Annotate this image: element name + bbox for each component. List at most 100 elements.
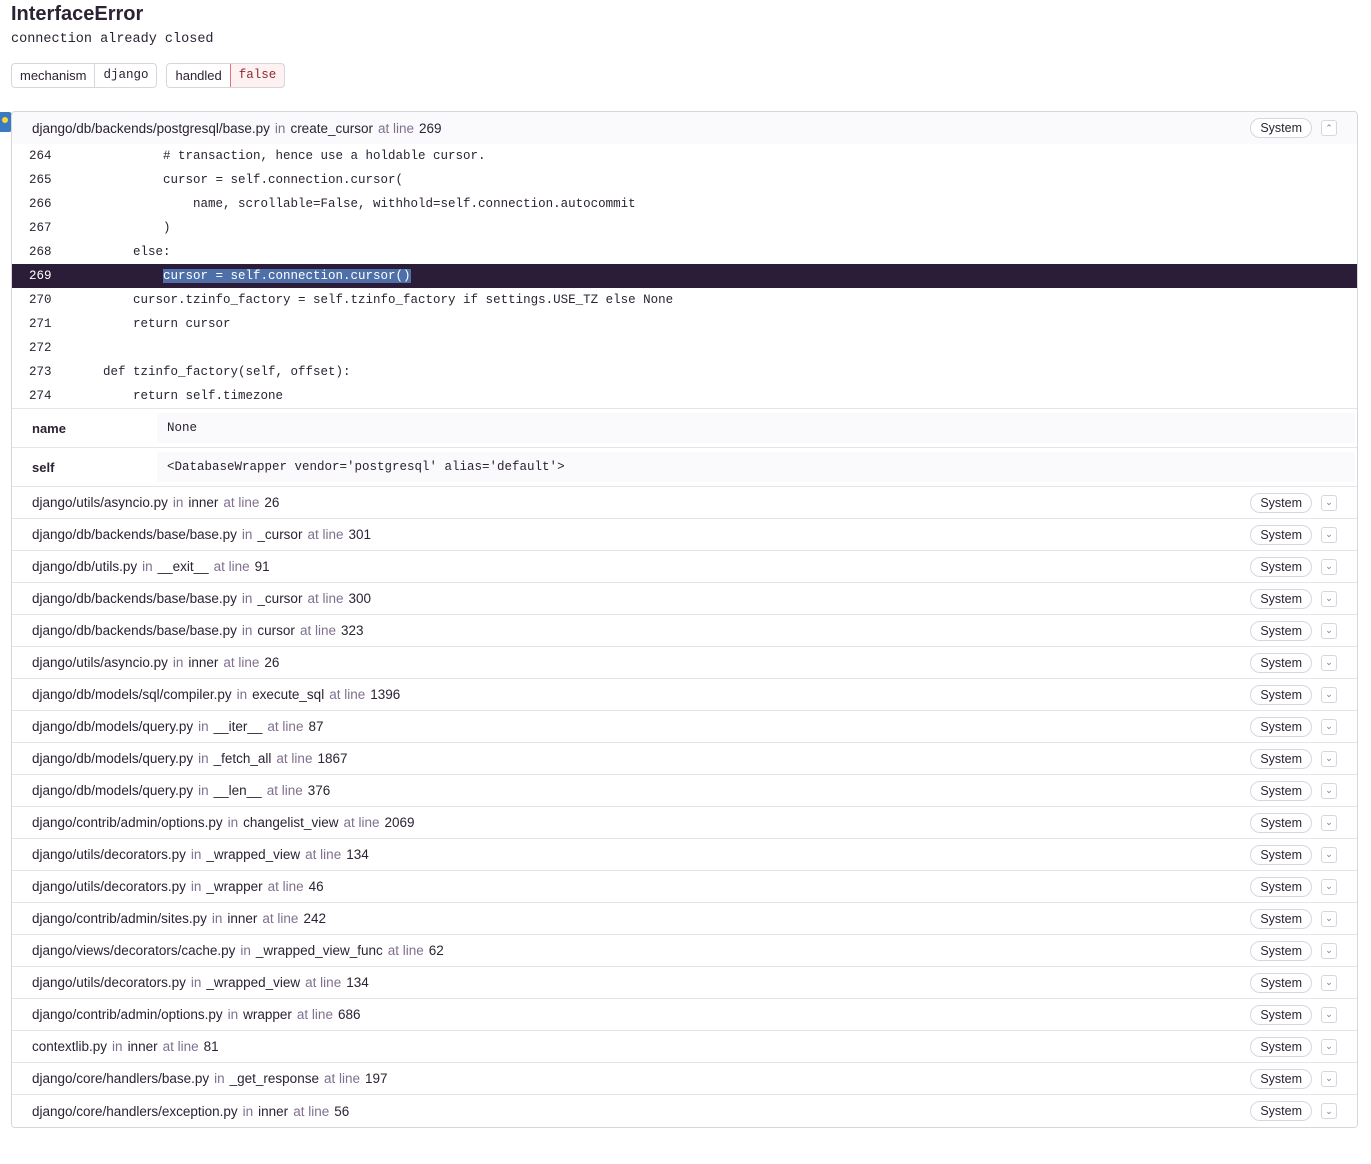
frame-at-line-label: at line [296, 1007, 333, 1022]
error-type: InterfaceError [11, 3, 144, 25]
frame-file: django/core/handlers/exception.py [32, 1103, 238, 1119]
frame-header[interactable]: django/contrib/admin/sites.py in inner at l… [12, 903, 1357, 935]
frame-function: _wrapped_view [206, 975, 301, 990]
frame-line-number: 91 [254, 559, 270, 574]
system-badge[interactable]: System [1250, 876, 1312, 897]
frame-in-label: in [236, 687, 248, 702]
tag-handled[interactable]: handled false [166, 63, 286, 88]
frame-header-expanded[interactable]: django/db/backends/postgresql/base.py in… [12, 112, 1357, 144]
frame-header[interactable]: django/utils/decorators.py in _wrapped_vie… [12, 839, 1357, 871]
chevron-down-icon[interactable]: ⌄ [1321, 1038, 1337, 1055]
chevron-down-icon[interactable]: ⌄ [1321, 846, 1337, 863]
chevron-down-icon[interactable]: ⌄ [1321, 526, 1337, 543]
frame-function: __len__ [213, 783, 262, 798]
chevron-down-icon[interactable]: ⌄ [1321, 494, 1337, 511]
chevron-down-icon[interactable]: ⌄ [1321, 750, 1337, 767]
chevron-down-icon[interactable]: ⌄ [1321, 878, 1337, 895]
frame-in-label: in [142, 559, 153, 574]
frame-file: django/contrib/admin/options.py [32, 815, 223, 830]
system-badge[interactable]: System [1250, 1068, 1312, 1089]
system-badge[interactable]: System [1250, 972, 1312, 993]
variable-value[interactable]: <DatabaseWrapper vendor='postgresql' ali… [157, 452, 1355, 482]
variable-value[interactable]: None [157, 413, 1355, 443]
line-number: 265 [29, 173, 52, 187]
frame-line-number: 686 [337, 1007, 361, 1022]
system-badge[interactable]: System [1250, 118, 1312, 138]
frame-header[interactable]: django/core/handlers/base.py in _get_respo… [12, 1063, 1357, 1095]
frame-function: _get_response [229, 1071, 319, 1086]
frame-header[interactable]: django/utils/decorators.py in _wrapped_vie… [12, 967, 1357, 999]
system-badge[interactable]: System [1250, 940, 1312, 961]
chevron-down-icon[interactable]: ⌄ [1321, 718, 1337, 735]
chevron-down-icon[interactable]: ⌄ [1321, 1006, 1337, 1023]
chevron-down-icon[interactable]: ⌄ [1321, 782, 1337, 799]
frame-header[interactable]: django/utils/decorators.py in _wrapper at l… [12, 871, 1357, 903]
system-badge[interactable]: System [1250, 620, 1312, 641]
chevron-down-icon[interactable]: ⌄ [1321, 1103, 1337, 1119]
system-badge[interactable]: System [1250, 652, 1312, 673]
chevron-down-icon[interactable]: ⌄ [1321, 686, 1337, 703]
frame-header[interactable]: django/utils/asyncio.py in inner at line 26 S… [12, 647, 1357, 679]
tag-value: django [94, 64, 156, 87]
frame-file: django/utils/asyncio.py [32, 655, 168, 670]
frame-at-line-label: at line [305, 975, 342, 990]
frame-in-label: in [214, 1071, 225, 1086]
source-code: cursor = self.connection.cursor( [103, 173, 404, 187]
code-context: 264 # transaction, hence use a holdable … [12, 144, 1357, 408]
chevron-up-icon[interactable]: ⌃ [1321, 120, 1337, 136]
system-badge[interactable]: System [1250, 556, 1312, 577]
frame-header[interactable]: django/db/backends/base/base.py in _cursor… [12, 583, 1357, 615]
system-badge[interactable]: System [1250, 1036, 1312, 1057]
chevron-down-icon[interactable]: ⌄ [1321, 558, 1337, 575]
system-badge[interactable]: System [1250, 780, 1312, 801]
chevron-down-icon[interactable]: ⌄ [1321, 814, 1337, 831]
system-badge[interactable]: System [1250, 908, 1312, 929]
frame-at-line-label: at line [343, 815, 380, 830]
source-code: cursor.tzinfo_factory = self.tzinfo_fact… [103, 293, 674, 307]
system-badge[interactable]: System [1250, 748, 1312, 769]
frame-variables: name None self <DatabaseWrapper vendor='pos… [12, 408, 1357, 487]
code-line: 264 # transaction, hence use a holdable … [12, 144, 1357, 168]
chevron-down-icon[interactable]: ⌄ [1321, 622, 1337, 639]
tag-mechanism[interactable]: mechanism django [11, 63, 158, 88]
system-badge[interactable]: System [1250, 1101, 1312, 1121]
frame-header[interactable]: django/db/backends/base/base.py in _cursor… [12, 519, 1357, 551]
system-badge[interactable]: System [1250, 588, 1312, 609]
frame-function: _wrapped_view_func [255, 943, 383, 958]
frame-file: contextlib.py [32, 1039, 108, 1054]
frame-line-number: 81 [203, 1039, 219, 1054]
frame-header[interactable]: django/utils/asyncio.py in inner at line 26 S… [12, 487, 1357, 519]
frame-at-line-label: at line [307, 591, 344, 606]
system-badge[interactable]: System [1250, 844, 1312, 865]
code-line-active: 269 cursor = self.connection.cursor() [12, 264, 1357, 288]
frame-header[interactable]: django/contrib/admin/options.py in changel… [12, 807, 1357, 839]
frame-header[interactable]: django/contrib/admin/options.py in wrapper… [12, 999, 1357, 1031]
frame-header[interactable]: django/db/models/query.py in _fetch_all at … [12, 743, 1357, 775]
frame-header[interactable]: django/db/backends/base/base.py in cursor a… [12, 615, 1357, 647]
system-badge[interactable]: System [1250, 492, 1312, 513]
frame-header[interactable]: django/db/models/query.py in __iter__ at li… [12, 711, 1357, 743]
system-badge[interactable]: System [1250, 1004, 1312, 1025]
frame-in-label: in [190, 879, 202, 894]
frame-header[interactable]: django/core/handlers/exception.py in inner… [12, 1095, 1357, 1127]
frame-header[interactable]: django/db/utils.py in __exit__ at line 91 Sys… [12, 551, 1357, 583]
chevron-down-icon[interactable]: ⌄ [1321, 974, 1337, 991]
frame-header[interactable]: django/views/decorators/cache.py in _wrapp… [12, 935, 1357, 967]
frame-file: django/utils/decorators.py [32, 879, 186, 894]
chevron-down-icon[interactable]: ⌄ [1321, 590, 1337, 607]
frame-header[interactable]: django/db/models/query.py in __len__ at lin… [12, 775, 1357, 807]
frame-in-label: in [227, 1007, 239, 1022]
chevron-down-icon[interactable]: ⌄ [1321, 1070, 1337, 1087]
system-badge[interactable]: System [1250, 812, 1312, 833]
system-badge[interactable]: System [1250, 716, 1312, 737]
code-line: 265 cursor = self.connection.cursor( [12, 168, 1357, 192]
chevron-down-icon[interactable]: ⌄ [1321, 942, 1337, 959]
chevron-down-icon[interactable]: ⌄ [1321, 910, 1337, 927]
chevron-down-icon[interactable]: ⌄ [1321, 654, 1337, 671]
system-badge[interactable]: System [1250, 684, 1312, 705]
frame-line-number: 87 [308, 719, 324, 734]
frame-header[interactable]: django/db/models/sql/compiler.py in execut… [12, 679, 1357, 711]
system-badge[interactable]: System [1250, 524, 1312, 545]
frame-header[interactable]: contextlib.py in inner at line 81 System ⌄ [12, 1031, 1357, 1063]
frame-at-line-label: at line [223, 495, 260, 510]
